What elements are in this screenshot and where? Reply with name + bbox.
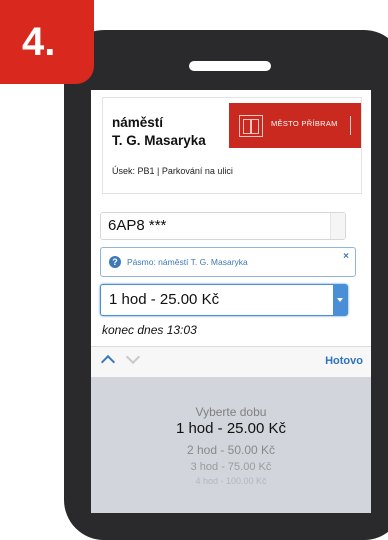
duration-select[interactable]: 1 hod - 25.00 Kč — [100, 284, 348, 316]
zone-info-text: Pásmo: náměstí T. G. Masaryka — [127, 257, 248, 267]
step-number: 4. — [22, 20, 56, 64]
city-logo: MĚSTO PŘÍBRAM — [229, 103, 361, 148]
chevron-down-icon[interactable] — [125, 349, 141, 365]
license-plate-select[interactable]: 6AP8 *** — [100, 212, 346, 240]
done-button[interactable]: Hotovo — [325, 355, 363, 367]
segment-text: Úsek: PB1 | Parkování na ulici — [112, 166, 233, 176]
license-plate-value: 6AP8 *** — [108, 217, 167, 234]
logo-divider — [350, 116, 351, 135]
duration-value: 1 hod - 25.00 Kč — [109, 291, 220, 308]
end-time-text: konec dnes 13:03 — [102, 323, 197, 337]
step-badge: 4. — [0, 0, 94, 84]
picker-wheel[interactable]: Vyberte dobu 1 hod - 25.00 Kč 2 hod - 50… — [91, 377, 371, 513]
picker-item[interactable]: 4 hod - 100.00 Kč — [91, 476, 371, 486]
picker-item[interactable]: Vyberte dobu — [91, 405, 371, 419]
app-screen: náměstí T. G. Masaryka MĚSTO PŘÍBRAM Úse… — [91, 90, 371, 513]
picker-toolbar: Hotovo — [91, 346, 371, 378]
zone-card: náměstí T. G. Masaryka MĚSTO PŘÍBRAM Úse… — [102, 97, 362, 194]
help-icon: ? — [109, 256, 121, 268]
city-logo-text: MĚSTO PŘÍBRAM — [271, 119, 338, 128]
phone-speaker — [189, 61, 271, 71]
dropdown-arrow-icon — [333, 285, 347, 315]
picker-item[interactable]: 3 hod - 75.00 Kč — [91, 461, 371, 473]
city-crest-icon — [239, 115, 263, 137]
dropdown-arrow-icon — [330, 213, 345, 239]
zone-title: náměstí T. G. Masaryka — [112, 115, 206, 148]
chevron-up-icon[interactable] — [100, 354, 116, 370]
close-icon[interactable]: × — [343, 251, 349, 262]
picker-item[interactable]: 2 hod - 50.00 Kč — [91, 443, 371, 457]
picker-item-selected[interactable]: 1 hod - 25.00 Kč — [91, 420, 371, 437]
zone-info-box: ? Pásmo: náměstí T. G. Masaryka × — [100, 247, 356, 277]
